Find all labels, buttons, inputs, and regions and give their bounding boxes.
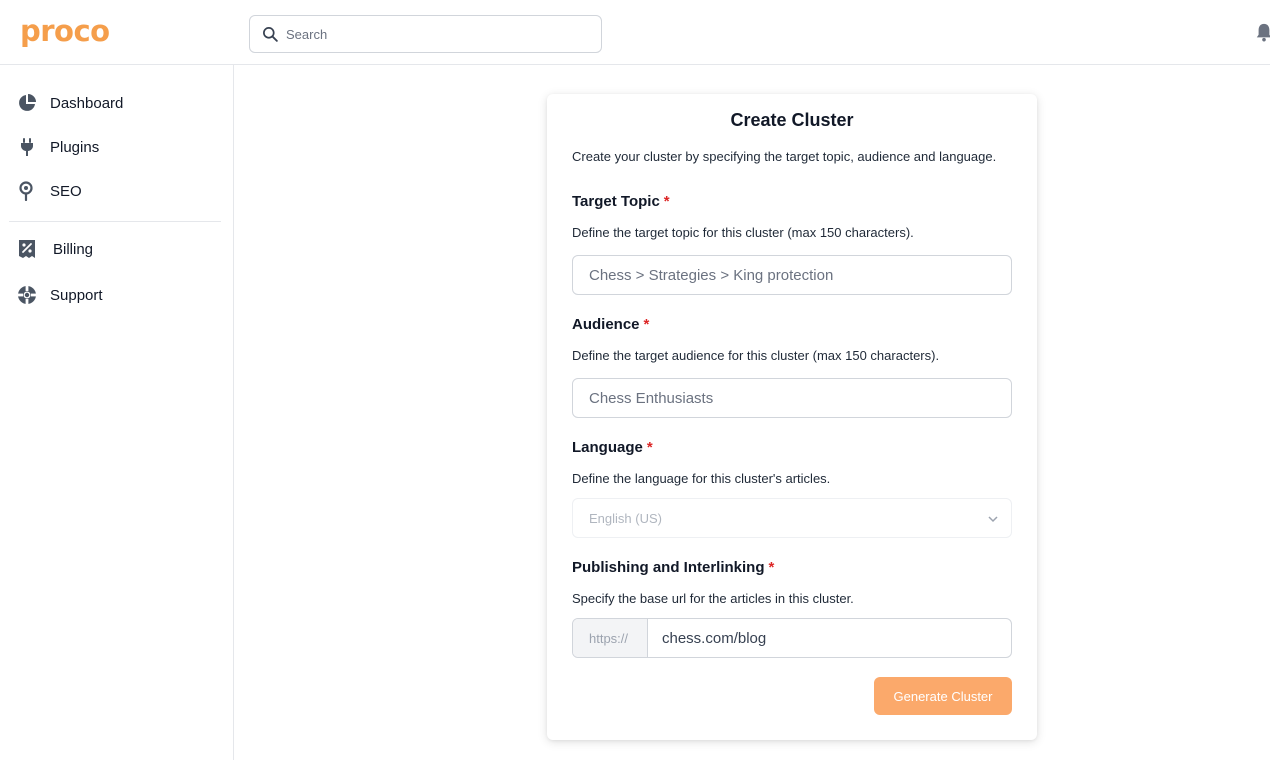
language-help: Define the language for this cluster's a… <box>572 471 831 486</box>
publishing-help: Specify the base url for the articles in… <box>572 591 854 606</box>
search-box[interactable] <box>249 15 602 53</box>
language-label: Language * <box>572 439 653 456</box>
form-description: Create your cluster by specifying the ta… <box>572 149 997 164</box>
top-header: proco <box>0 0 1270 65</box>
chevron-down-icon <box>988 516 998 523</box>
base-url-input[interactable] <box>648 619 1011 657</box>
create-cluster-card: Create Cluster Create your cluster by sp… <box>547 94 1037 740</box>
audience-label-text: Audience <box>572 316 640 333</box>
language-selected-value: English (US) <box>589 511 662 526</box>
required-mark: * <box>646 439 653 456</box>
topic-input[interactable] <box>573 256 1011 294</box>
search-icon <box>263 27 278 42</box>
topic-label: Target Topic * <box>572 193 670 210</box>
sidebar-item-billing[interactable]: Billing <box>16 234 93 264</box>
audience-help: Define the target audience for this clus… <box>572 348 940 363</box>
sidebar-item-label: Billing <box>53 240 94 258</box>
url-prefix: https:// <box>573 619 648 657</box>
pie-chart-icon <box>16 92 38 114</box>
audience-label: Audience * <box>572 316 649 333</box>
sidebar: Dashboard Plugins SEO Billing Support <box>0 65 234 760</box>
topic-label-text: Target Topic <box>572 193 660 210</box>
language-label-text: Language <box>572 439 643 456</box>
bell-icon[interactable] <box>1255 22 1270 42</box>
audience-field[interactable] <box>572 378 1012 418</box>
sidebar-divider <box>9 221 221 222</box>
sidebar-item-label: SEO <box>50 182 82 200</box>
required-mark: * <box>663 193 670 210</box>
publishing-label: Publishing and Interlinking * <box>572 559 774 576</box>
generate-cluster-button[interactable]: Generate Cluster <box>874 677 1012 715</box>
publishing-label-text: Publishing and Interlinking <box>572 559 765 576</box>
topic-help: Define the target topic for this cluster… <box>572 225 914 240</box>
sidebar-item-dashboard[interactable]: Dashboard <box>16 88 123 118</box>
sidebar-item-support[interactable]: Support <box>16 280 103 310</box>
sidebar-item-label: Plugins <box>50 138 100 156</box>
sidebar-item-seo[interactable]: SEO <box>16 176 82 206</box>
sidebar-item-label: Dashboard <box>50 94 124 112</box>
page-title: Create Cluster <box>730 110 854 130</box>
map-pin-icon <box>16 180 38 202</box>
plug-icon <box>16 136 38 158</box>
topic-field[interactable] <box>572 255 1012 295</box>
receipt-percent-icon <box>16 238 38 260</box>
brand-logo[interactable]: proco <box>20 14 110 48</box>
base-url-field[interactable]: https:// <box>572 618 1012 658</box>
search-input[interactable] <box>286 17 586 51</box>
lifebuoy-icon <box>16 284 38 306</box>
audience-input[interactable] <box>573 379 1011 417</box>
required-mark: * <box>768 559 775 576</box>
sidebar-item-plugins[interactable]: Plugins <box>16 132 99 162</box>
required-mark: * <box>643 316 650 333</box>
language-select[interactable]: English (US) <box>572 498 1012 538</box>
sidebar-item-label: Support <box>50 286 103 304</box>
